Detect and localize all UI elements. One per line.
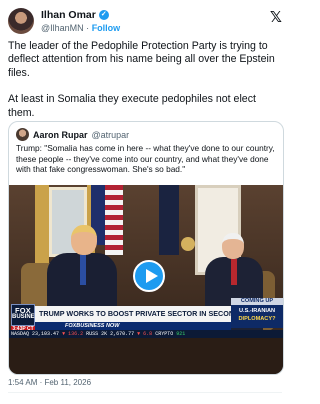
tweet-timestamp[interactable]: 1:54 AM · Feb 11, 2026 [8, 378, 91, 387]
divider [8, 392, 282, 393]
ticker-value: 2,670.77 [110, 331, 135, 337]
video-player[interactable]: FOX BUSINESS TRUMP WORKS TO BOOST PRIVAT… [9, 185, 283, 374]
tweet-header: Ilhan Omar ✓ @IlhanMN · Follow 𝕏 [8, 6, 282, 36]
ticker-label: CRYPTO [155, 331, 174, 337]
network-logo-line1: FOX [14, 306, 32, 315]
video-floor [9, 338, 283, 374]
tweet-paragraph: The leader of the Pedophile Protection P… [8, 40, 275, 79]
ticker-change: ▼ 136.2 [62, 331, 84, 337]
separator-dot: · [86, 23, 90, 33]
ticker-label: RUSS 2K [86, 331, 108, 337]
play-icon[interactable] [133, 260, 165, 292]
author-handle[interactable]: @IlhanMN [41, 23, 84, 33]
quoted-tweet[interactable]: Aaron Rupar @atrupar Trump: "Somalia has… [8, 121, 284, 375]
ticker-value: 921 [176, 331, 186, 337]
quote-text: Trump: "Somalia has come in here -- what… [16, 143, 275, 175]
coming-up-line1: U.S.-IRANIAN [238, 308, 276, 314]
quote-author-handle: @atrupar [91, 129, 130, 140]
quote-avatar [16, 128, 29, 141]
quote-author-name: Aaron Rupar [33, 129, 88, 140]
network-banner: FOXBUSINESS NOW [35, 322, 231, 330]
network-logo-line2: BUSINESS [12, 314, 43, 320]
stock-ticker: NASDAQ 23,103.47 ▼ 136.2 RUSS 2K 2,670.7… [9, 330, 283, 338]
tweet-text: The leader of the Pedophile Protection P… [8, 40, 284, 133]
x-logo-icon[interactable]: 𝕏 [270, 8, 282, 26]
network-logo: FOX BUSINESS [11, 304, 43, 326]
ticker-label: NASDAQ [11, 331, 30, 337]
lower-third-headline: TRUMP WORKS TO BOOST PRIVATE SECTOR IN S… [35, 306, 231, 322]
coming-up-box: COMING UP U.S.-IRANIAN DIPLOMACY? [231, 298, 283, 328]
ticker-value: 23,103.47 [32, 331, 60, 337]
tweet-paragraph: At least in Somalia they execute pedophi… [8, 93, 256, 119]
video-seal [181, 237, 195, 251]
verified-badge-icon: ✓ [98, 10, 109, 20]
ticker-change: ▼ 6.8 [137, 331, 153, 337]
author-handle-line: @IlhanMN · Follow [41, 23, 120, 33]
quote-header: Aaron Rupar @atrupar [16, 128, 129, 141]
avatar[interactable] [8, 8, 34, 34]
follow-button[interactable]: Follow [92, 23, 121, 33]
author-name-line: Ilhan Omar ✓ [41, 9, 109, 21]
coming-up-label: COMING UP [231, 298, 283, 305]
coming-up-line2: DIPLOMACY? [238, 316, 276, 322]
author-name[interactable]: Ilhan Omar [41, 9, 96, 21]
video-flag-dark [159, 185, 179, 255]
